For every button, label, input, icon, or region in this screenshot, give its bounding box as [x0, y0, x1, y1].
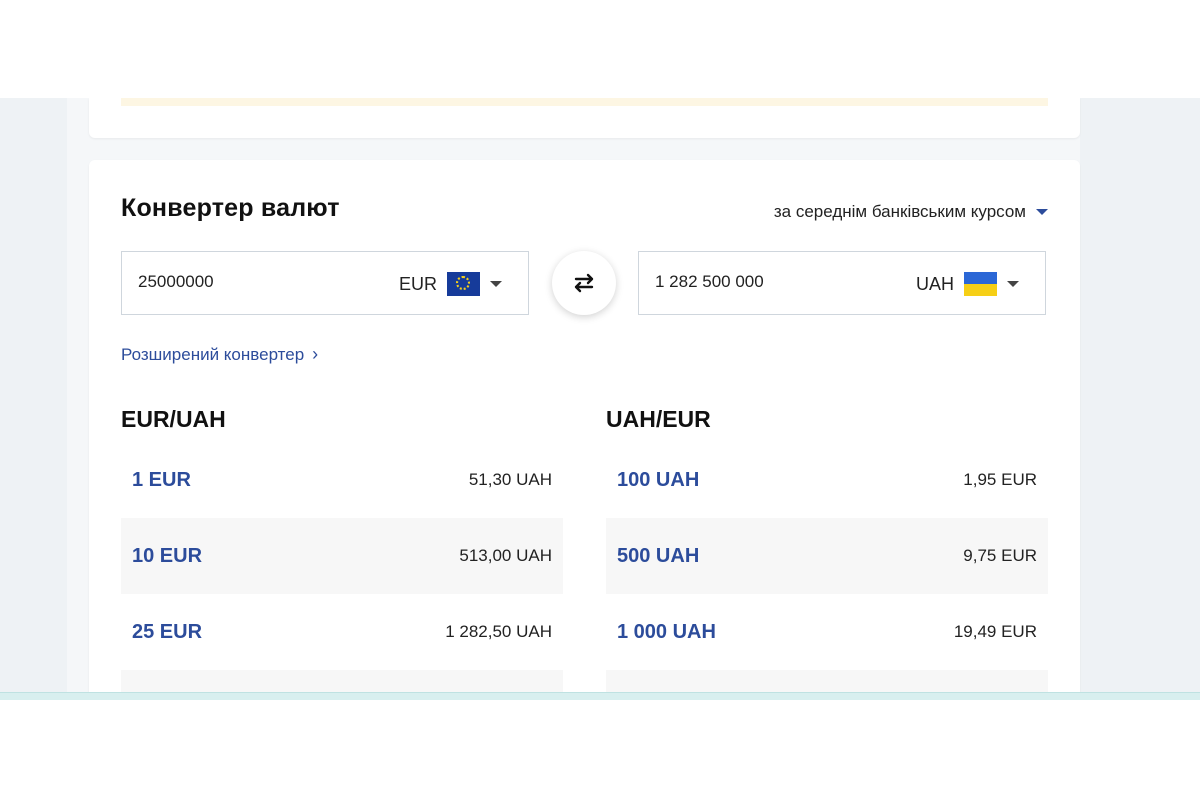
- rate-key[interactable]: 10 EUR: [132, 545, 202, 568]
- advanced-converter-label: Розширений конвертер: [121, 344, 305, 364]
- eu-flag-icon: [447, 272, 480, 296]
- table-row: 1 000 UAH 19,49 EUR: [606, 594, 1048, 670]
- converter-title: Конвертер валют: [121, 194, 340, 222]
- rate-value: 51,30 UAH: [468, 470, 552, 489]
- eur-uah-title: EUR/UAH: [121, 406, 226, 432]
- table-row: 500 UAH 9,75 EUR: [606, 518, 1048, 594]
- rate-key[interactable]: 25 EUR: [132, 621, 202, 644]
- rate-value: 1 282,50 UAH: [445, 622, 552, 641]
- uah-eur-title: UAH/EUR: [606, 406, 711, 432]
- rate-value: 9,75 EUR: [963, 546, 1037, 565]
- advanced-converter-link[interactable]: Розширений конвертер ›: [121, 344, 318, 365]
- table-row: 1 EUR 51,30 UAH: [121, 442, 563, 518]
- chevron-right-icon: ›: [312, 344, 319, 364]
- from-currency-select[interactable]: EUR: [399, 272, 502, 296]
- currency-converter-card: Конвертер валют за середнім банківським …: [89, 160, 1080, 700]
- from-amount-input[interactable]: [138, 272, 358, 292]
- ua-flag-icon: [964, 272, 997, 296]
- rate-mode-label: за середнім банківським курсом: [773, 202, 1026, 221]
- table-row: 10 EUR 513,00 UAH: [121, 518, 563, 594]
- from-currency-code: EUR: [398, 273, 437, 294]
- rate-value: 513,00 UAH: [459, 546, 552, 565]
- to-amount-box: UAH: [638, 251, 1046, 315]
- table-row: 100 UAH 1,95 EUR: [606, 442, 1048, 518]
- rate-key[interactable]: 100 UAH: [617, 469, 699, 492]
- to-currency-code: UAH: [915, 273, 954, 294]
- rate-value: 19,49 EUR: [953, 622, 1037, 641]
- to-currency-select[interactable]: UAH: [916, 272, 1019, 296]
- to-amount-input[interactable]: [655, 272, 875, 292]
- previous-card: [89, 98, 1080, 138]
- rate-value: 1,95 EUR: [963, 470, 1037, 489]
- rate-key[interactable]: 500 UAH: [617, 545, 699, 568]
- rate-key[interactable]: 1 EUR: [132, 469, 191, 492]
- swap-currencies-button[interactable]: [552, 251, 616, 315]
- rate-mode-dropdown[interactable]: за середнім банківським курсом: [774, 202, 1048, 222]
- notice-strip: [121, 98, 1048, 106]
- page-viewport: Конвертер валют за середнім банківським …: [0, 98, 1200, 700]
- swap-icon: [574, 273, 594, 293]
- bottom-divider: [0, 692, 1200, 700]
- table-row: 25 EUR 1 282,50 UAH: [121, 594, 563, 670]
- from-amount-box: EUR: [121, 251, 529, 315]
- chevron-down-icon: [1007, 281, 1019, 287]
- chevron-down-icon: [490, 281, 502, 287]
- rate-key[interactable]: 1 000 UAH: [617, 621, 716, 644]
- chevron-down-icon: [1036, 209, 1048, 215]
- uah-eur-rates-table: UAH/EUR 100 UAH 1,95 EUR 500 UAH 9,75 EU…: [606, 404, 1048, 700]
- eur-uah-rates-table: EUR/UAH 1 EUR 51,30 UAH 10 EUR 513,00 UA…: [121, 404, 563, 700]
